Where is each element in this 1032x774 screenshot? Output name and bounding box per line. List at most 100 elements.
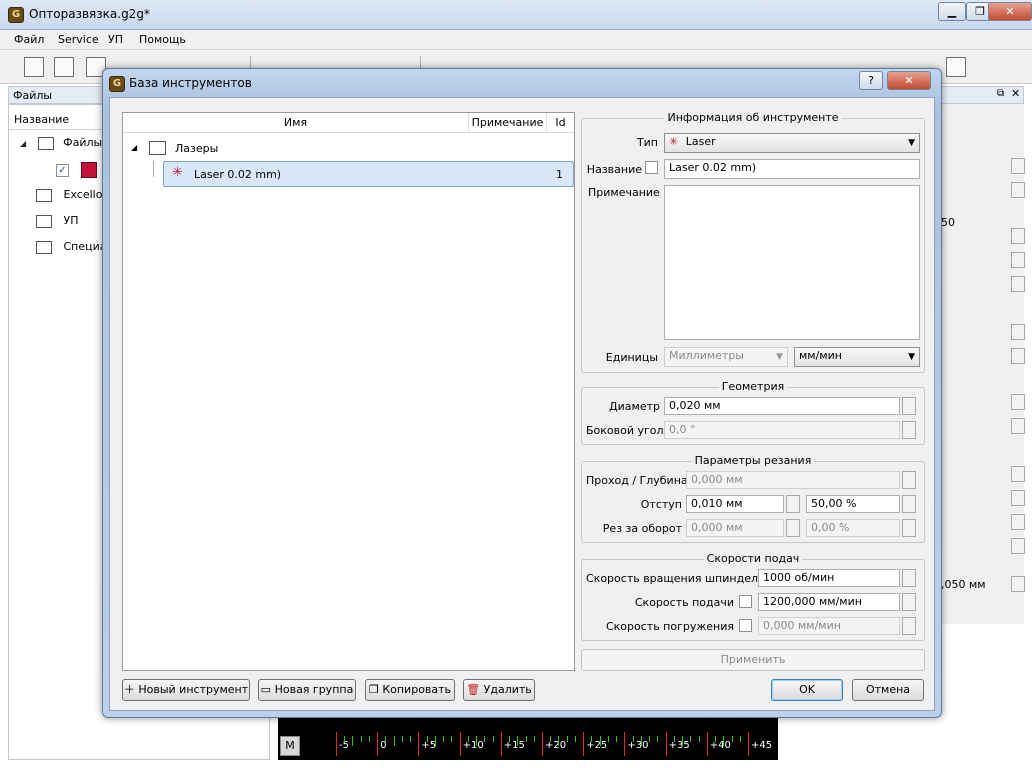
column-name[interactable]: Имя (123, 113, 469, 133)
group-expand-icon[interactable]: ◢ (131, 143, 137, 152)
ruler-minor-tick (566, 736, 568, 742)
per-rev-input[interactable]: 0,000 мм (686, 519, 784, 537)
per-rev-percent-spin[interactable] (902, 519, 916, 537)
spin-control[interactable] (1011, 490, 1025, 506)
name-checkbox[interactable] (645, 161, 658, 174)
copy-button[interactable]: ❐ Копировать (365, 679, 455, 701)
type-select[interactable]: ✳ Laser ▼ (664, 133, 920, 153)
laser-icon: ✳ (669, 135, 679, 148)
ruler-minor-tick (360, 736, 362, 742)
spin-control[interactable] (1011, 466, 1025, 482)
checkbox-checked-icon[interactable]: ✓ (56, 163, 69, 177)
spin-control[interactable] (1011, 228, 1025, 244)
apply-button[interactable]: Применить (581, 649, 925, 671)
plunge-rate-checkbox[interactable] (739, 619, 752, 632)
offset-percent-spin[interactable] (902, 495, 916, 513)
tool-info-group: Информация об инструменте Тип ✳ Laser ▼ … (581, 111, 925, 373)
spin-control[interactable] (1011, 538, 1025, 554)
delete-button[interactable]: 🗑 Удалить (463, 679, 535, 701)
folder-icon (36, 188, 52, 202)
offset-input[interactable]: 0,010 мм (686, 495, 784, 513)
open-folder-icon[interactable] (54, 57, 74, 77)
new-group-button[interactable]: ▭ Новая группа (258, 679, 356, 701)
ruler-minor-tick (443, 736, 445, 742)
column-id[interactable]: Id (547, 113, 574, 133)
side-angle-input[interactable]: 0,0 ° (664, 421, 900, 439)
spin-control[interactable] (1011, 418, 1025, 434)
note-textarea[interactable] (664, 185, 920, 340)
diameter-spin[interactable] (902, 397, 916, 415)
spindle-speed-spin[interactable] (902, 569, 916, 587)
app-logo-icon: G (8, 7, 24, 23)
ruler-minor-tick (591, 736, 593, 742)
ruler-major-tick (336, 732, 337, 756)
side-angle-spin[interactable] (902, 421, 916, 439)
spin-control[interactable] (1011, 252, 1025, 268)
minimize-button[interactable]: ▁ (938, 2, 966, 21)
feed-rate-spin[interactable] (902, 593, 916, 611)
units-select[interactable]: Миллиметры ▼ (664, 347, 788, 367)
new-file-icon[interactable] (24, 57, 44, 77)
spindle-speed-input[interactable]: 1000 об/мин (758, 569, 900, 587)
close-window-button[interactable]: ✕ (988, 2, 1032, 21)
menu-service[interactable]: Service (58, 33, 99, 46)
tree-expand-icon[interactable]: ◢ (20, 139, 26, 148)
offset-percent-input[interactable]: 50,00 % (806, 495, 900, 513)
ruler-major-tick (748, 732, 749, 756)
trash-icon: 🗑 (466, 683, 481, 696)
cutting-params-title: Параметры резания (691, 454, 815, 467)
per-rev-percent-input[interactable]: 0,00 % (806, 519, 900, 537)
dock-close-icon[interactable]: ✕ (1011, 87, 1020, 100)
spin-control[interactable] (1011, 276, 1025, 292)
pass-depth-spin[interactable] (902, 471, 916, 489)
spin-control[interactable] (1011, 576, 1025, 592)
spin-control[interactable] (1011, 348, 1025, 364)
menu-file[interactable]: Файл (14, 33, 44, 46)
ok-button[interactable]: OK (771, 679, 843, 701)
column-note[interactable]: Примечание (469, 113, 547, 133)
plunge-rate-input[interactable]: 0,000 мм/мин (758, 617, 900, 635)
spin-control[interactable] (1011, 324, 1025, 340)
spin-control[interactable] (1011, 514, 1025, 530)
dock-float-icon[interactable]: ⧉ (997, 88, 1004, 99)
feed-rate-checkbox[interactable] (739, 595, 752, 608)
pass-depth-input[interactable]: 0,000 мм (686, 471, 900, 489)
tree-item-nc[interactable]: УП (36, 210, 78, 234)
ruler-minor-tick (476, 736, 478, 746)
feed-rate-input[interactable]: 1200,000 мм/мин (758, 593, 900, 611)
dialog-close-button[interactable]: ✕ (887, 71, 931, 90)
diameter-input[interactable]: 0,020 мм (664, 397, 900, 415)
folder-icon (36, 214, 52, 228)
menu-help[interactable]: Помощь (139, 33, 186, 46)
spin-control[interactable] (1011, 394, 1025, 410)
timeline-ruler[interactable]: M -5 0 +5 +10 +15 +20 +25 +30 +35 +40 +45 (278, 716, 778, 760)
spin-control[interactable] (1011, 158, 1025, 174)
layer-color-swatch[interactable] (80, 162, 97, 178)
plunge-rate-spin[interactable] (902, 617, 916, 635)
tree-item-special[interactable]: Специа (36, 236, 107, 260)
spin-control[interactable] (1011, 182, 1025, 198)
ruler-mode-button[interactable]: M (280, 736, 300, 756)
menu-nc[interactable]: УП (108, 33, 123, 46)
transform-icon[interactable] (946, 57, 966, 77)
name-input[interactable]: Laser 0.02 mm) (664, 159, 920, 179)
geometry-group: Геометрия Диаметр 0,020 мм Боковой угол … (581, 380, 925, 445)
tool-tree[interactable]: Имя Примечание Id ◢ Лазеры ✳ Laser 0.02 … (122, 112, 575, 671)
cancel-button[interactable]: Отмена (852, 679, 924, 701)
ruler-minor-tick (484, 736, 486, 742)
layer-checkbox[interactable]: ✓ (56, 162, 97, 178)
offset-spin[interactable] (786, 495, 800, 513)
help-button[interactable]: ? (859, 71, 883, 90)
feed-units-select[interactable]: мм/мин ▼ (794, 347, 920, 367)
tool-group-lasers[interactable]: Лазеры (175, 142, 218, 155)
tree-item-excellon[interactable]: Excellon (36, 184, 109, 208)
per-rev-spin[interactable] (786, 519, 800, 537)
new-tool-button[interactable]: ＋ Новый инструмент (122, 679, 250, 701)
feed-rate-label: Скорость подачи (634, 596, 734, 609)
tool-row-laser[interactable]: ✳ Laser 0.02 mm) 1 (163, 161, 574, 187)
per-rev-label: Рез за оборот (602, 522, 682, 535)
ruler-minor-tick (344, 736, 346, 742)
tree-item-files[interactable]: ◢ Файлы (20, 132, 102, 156)
main-window-title: Опторазвязка.g2g* (29, 7, 150, 21)
ruler-tick-label: +25 (586, 740, 608, 751)
